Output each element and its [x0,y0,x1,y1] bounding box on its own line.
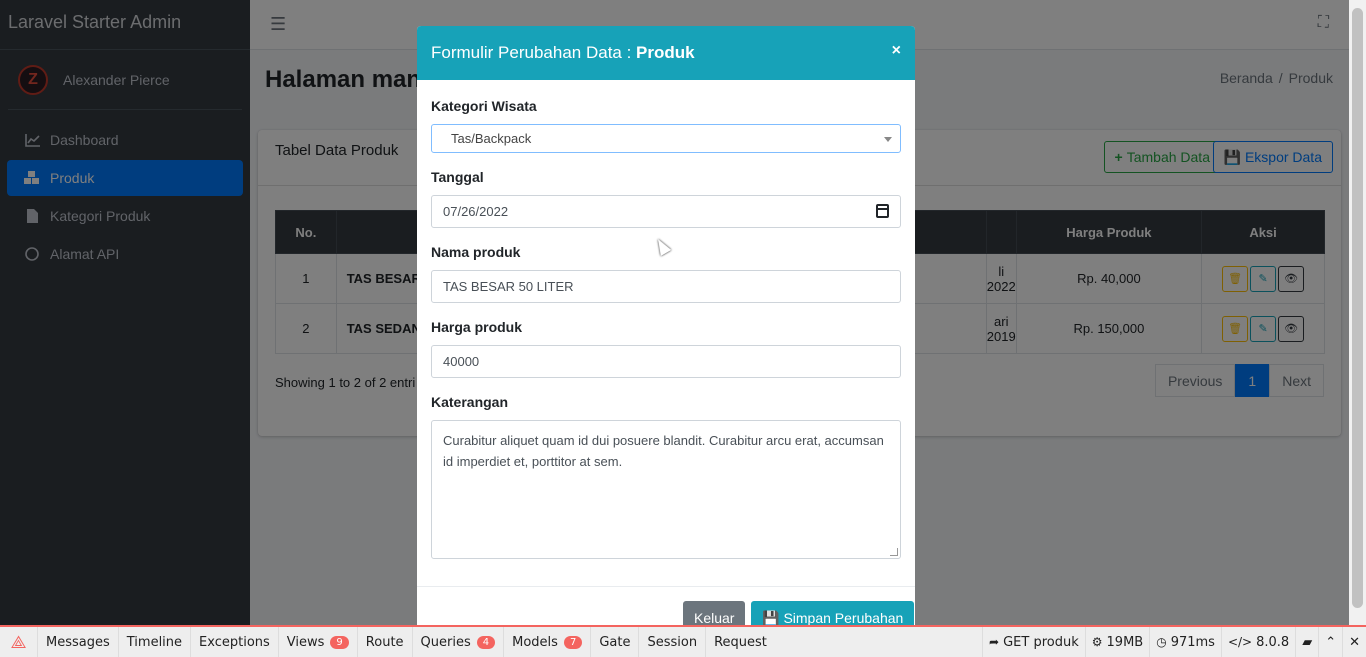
debug-tab-request[interactable]: Request [706,627,775,657]
count-badge: 7 [563,635,583,649]
notes-value: Curabitur aliquet quam id dui posuere bl… [443,433,884,469]
time-text: 971ms [1170,634,1215,650]
debug-request[interactable]: ➦ GET produk [982,627,1085,657]
chevron-up-icon[interactable]: ⌃ [1318,627,1342,657]
category-select[interactable]: Tas/Backpack [431,124,901,153]
product-price-value: 40000 [443,354,480,369]
count-badge: 4 [476,635,496,649]
edit-product-modal: Formulir Perubahan Data : Produk × Kateg… [417,26,915,625]
close-icon[interactable]: ✕ [1342,627,1366,657]
product-name-value: TAS BESAR 50 LITER [443,279,574,294]
notes-label: Katerangan [431,394,509,410]
product-name-input[interactable]: TAS BESAR 50 LITER [431,270,901,303]
memory-text: 19MB [1106,634,1144,650]
debug-tab-session[interactable]: Session [639,627,707,657]
date-value: 07/26/2022 [443,204,509,219]
close-icon[interactable]: × [892,42,901,60]
debug-tab-timeline[interactable]: Timeline [119,627,192,657]
debug-version[interactable]: </> 8.0.8 [1220,627,1295,657]
count-badge: 9 [330,635,349,649]
save-changes-button[interactable]: 💾 Simpan Perubahan [751,601,915,626]
debug-bar: ⟁ Messages Timeline Exceptions Views 9 Ro… [0,625,1366,657]
debug-tab-queries[interactable]: Queries 4 [413,627,505,657]
debug-tab-label: Timeline [126,634,183,650]
save-changes-label: Simpan Perubahan [783,610,904,625]
date-input[interactable]: 07/26/2022 [431,195,901,228]
debug-tab-exceptions[interactable]: Exceptions [191,627,279,657]
debug-tab-label: Messages [46,634,110,650]
modal-title-prefix: Formulir Perubahan Data : [431,43,637,62]
debug-tab-label: Route [365,634,404,650]
chevron-down-icon [884,137,892,142]
product-price-input[interactable]: 40000 [431,345,901,378]
debug-tab-label: Models [512,634,558,650]
modal-header: Formulir Perubahan Data : Produk × [417,26,915,80]
resize-handle-icon[interactable] [890,548,898,556]
exit-button[interactable]: Keluar [683,601,746,625]
debug-tab-label: Exceptions [199,634,270,650]
debug-tab-label: Queries [420,634,471,650]
debug-tab-label: Request [714,634,767,650]
request-text: GET produk [1003,634,1079,650]
debug-tab-label: Session [647,634,698,650]
debug-stats: ➦ GET produk ⚙ 19MB ◷ 971ms </> 8.0.8 ▰ ⌃ ✕ [982,627,1366,657]
share-icon: ➦ [989,635,1000,649]
version-text: 8.0.8 [1256,634,1290,650]
debug-time[interactable]: ◷ 971ms [1149,627,1221,657]
code-icon: </> [1227,635,1253,649]
category-label: Kategori Wisata [431,98,537,114]
page-scrollbar[interactable] [1349,0,1366,625]
debug-tab-label: Gate [599,634,631,650]
debug-tab-views[interactable]: Views 9 [279,627,358,657]
date-label: Tanggal [431,169,484,185]
debug-tab-models[interactable]: Models 7 [504,627,592,657]
cogs-icon: ⚙ [1091,635,1103,649]
modal-title: Formulir Perubahan Data : Produk [431,43,695,63]
modal-body: Kategori Wisata Tas/Backpack Tanggal 07/… [417,80,915,559]
category-value: Tas/Backpack [451,131,532,146]
folder-open-icon[interactable]: ▰ [1295,627,1318,657]
clock-icon: ◷ [1156,635,1167,649]
debug-tab-gate[interactable]: Gate [591,627,640,657]
save-icon: 💾 [762,609,780,626]
laravel-logo-icon[interactable]: ⟁ [0,627,38,657]
scrollbar-thumb[interactable] [1352,8,1363,608]
notes-textarea[interactable]: Curabitur aliquet quam id dui posuere bl… [431,420,901,559]
price-label: Harga produk [431,319,523,335]
debug-tab-label: Views [286,634,325,650]
debug-tab-route[interactable]: Route [358,627,413,657]
modal-footer: Keluar 💾 Simpan Perubahan [417,586,915,625]
debug-memory[interactable]: ⚙ 19MB [1084,627,1149,657]
modal-title-entity: Produk [636,43,695,62]
debug-tab-messages[interactable]: Messages [38,627,119,657]
calendar-icon[interactable] [876,204,889,218]
